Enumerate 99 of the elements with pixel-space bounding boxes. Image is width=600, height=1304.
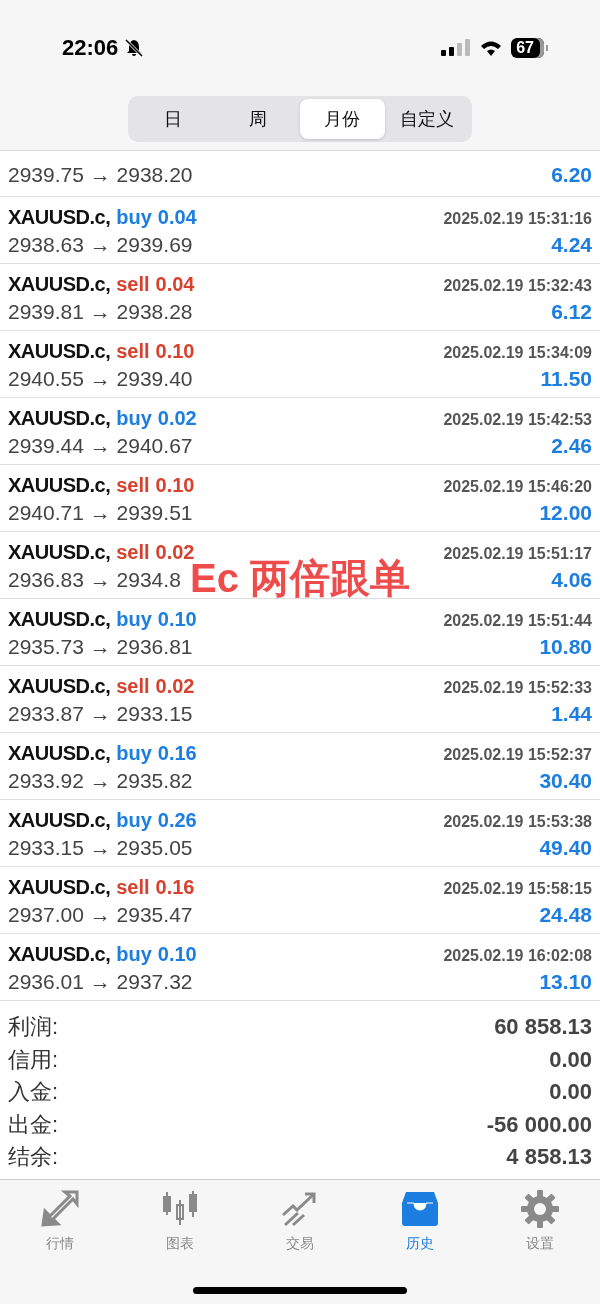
trade-time: 2025.02.19 15:53:38 [443,812,592,831]
signal-icon [441,38,472,58]
trade-prices: 2938.63 → 2939.69 [8,232,193,257]
wifi-icon [479,39,504,57]
trade-prices: 2936.83 → 2934.8 [8,567,181,592]
summary-value: 4 858.13 [506,1144,592,1171]
summary-value: 0.00 [549,1046,592,1073]
trade-volume: 0.10 [157,607,197,630]
period-tab[interactable]: 自定义 [384,99,469,139]
trade-time: 2025.02.19 15:46:20 [443,477,592,496]
trade-time: 2025.02.19 15:52:33 [443,678,592,697]
summary-value: 60 858.13 [494,1014,592,1041]
trade-prices: 2936.01 → 2937.32 [8,969,193,994]
summary-value: 0.00 [549,1079,592,1106]
trade-volume: 0.02 [155,540,195,563]
trade-profit: 49.40 [539,835,592,860]
trade-volume: 0.10 [155,473,195,496]
trade-symbol: XAUUSD.c, [8,875,111,898]
trade-profit: 6.20 [551,162,592,187]
trade-profit: 11.50 [540,366,592,391]
trade-volume: 0.10 [157,942,197,965]
trade-profit: 6.12 [551,299,592,324]
trade-symbol: XAUUSD.c, [8,942,111,965]
trade-side: sell [116,473,150,496]
trade-profit: 2.46 [551,433,592,458]
trade-symbol: XAUUSD.c, [8,808,111,831]
period-tab[interactable]: 周 [215,99,300,139]
trade-side: sell [116,272,150,295]
summary-label: 结余: [8,1143,59,1172]
trade-side: buy [116,942,152,965]
trade-prices: 2935.73 → 2936.81 [8,634,193,659]
trade-profit: 24.48 [539,902,592,927]
trade-time: 2025.02.19 15:58:15 [443,879,592,898]
trade-symbol: XAUUSD.c, [8,473,111,496]
trade-symbol: XAUUSD.c, [8,339,111,362]
trade-profit: 13.10 [539,969,592,994]
trade-prices: 2933.15 → 2935.05 [8,835,193,860]
period-tab[interactable]: 日 [131,99,216,139]
nav-tab[interactable]: 图表 [140,1188,220,1254]
trade-symbol: XAUUSD.c, [8,205,111,228]
summary-label: 信用: [8,1045,59,1074]
trade-time: 2025.02.19 15:42:53 [443,410,592,429]
trade-symbol: XAUUSD.c, [8,406,111,429]
trade-symbol: XAUUSD.c, [8,674,111,697]
trade-prices: 2937.00 → 2935.47 [8,902,193,927]
trade-time: 2025.02.19 15:51:44 [443,611,592,630]
trade-prices: 2933.92 → 2935.82 [8,768,193,793]
trade-volume: 0.04 [157,205,197,228]
trade-volume: 0.02 [157,406,197,429]
trade-time: 2025.02.19 15:34:09 [443,343,592,362]
trade-time: 2025.02.19 15:32:43 [443,276,592,295]
trade-volume: 0.02 [155,674,195,697]
arrows-icon [40,1189,80,1229]
settings-icon [520,1189,560,1229]
trade-time: 2025.02.19 16:02:08 [443,946,592,965]
trade-side: buy [116,808,152,831]
trade-symbol: XAUUSD.c, [8,540,111,563]
summary-label: 利润: [8,1013,59,1042]
trade-prices: 2939.81 → 2938.28 [8,299,193,324]
trade-prices: 2939.44 → 2940.67 [8,433,193,458]
trade-side: buy [116,205,152,228]
trade-profit: 4.24 [551,232,592,257]
trade-side: sell [116,540,150,563]
trade-symbol: XAUUSD.c, [8,607,111,630]
nav-tab[interactable]: 交易 [260,1188,340,1254]
nav-tab[interactable]: 行情 [20,1188,100,1254]
period-tab[interactable]: 月份 [300,99,385,139]
trade-time: 2025.02.19 15:51:17 [443,544,592,563]
trade-profit: 30.40 [539,768,592,793]
trade-profit: 12.00 [539,500,592,525]
trade-volume: 0.10 [155,339,195,362]
nav-tab[interactable]: 历史 [380,1188,460,1254]
inbox-icon [400,1189,440,1229]
summary-label: 入金: [8,1078,59,1107]
trade-prices: 2940.55 → 2939.40 [8,366,193,391]
trade-volume: 0.16 [157,741,197,764]
nav-tab[interactable]: 设置 [500,1188,580,1254]
clock-time: 22:06 [62,35,119,61]
trade-side: sell [116,339,150,362]
trade-symbol: XAUUSD.c, [8,741,111,764]
trade-side: sell [116,674,150,697]
summary-value: -56 000.00 [486,1111,592,1138]
trade-volume: 0.16 [155,875,195,898]
trade-symbol: XAUUSD.c, [8,272,111,295]
trade-profit: 4.06 [551,567,592,592]
trade-time: 2025.02.19 15:52:37 [443,745,592,764]
trade-prices: 2940.71 → 2939.51 [8,500,193,525]
trade-side: buy [116,406,152,429]
trade-profit: 10.80 [539,634,592,659]
trade-side: buy [116,741,152,764]
trade-volume: 0.26 [157,808,197,831]
trade-profit: 1.44 [551,701,592,726]
trade-time: 2025.02.19 15:31:16 [443,209,592,228]
trade-prices: 2933.87 → 2933.15 [8,701,193,726]
trade-side: sell [116,875,150,898]
trade-prices: 2939.75 → 2938.20 [8,162,193,187]
trade-volume: 0.04 [155,272,195,295]
summary-label: 出金: [8,1110,59,1139]
trade-side: buy [116,607,152,630]
